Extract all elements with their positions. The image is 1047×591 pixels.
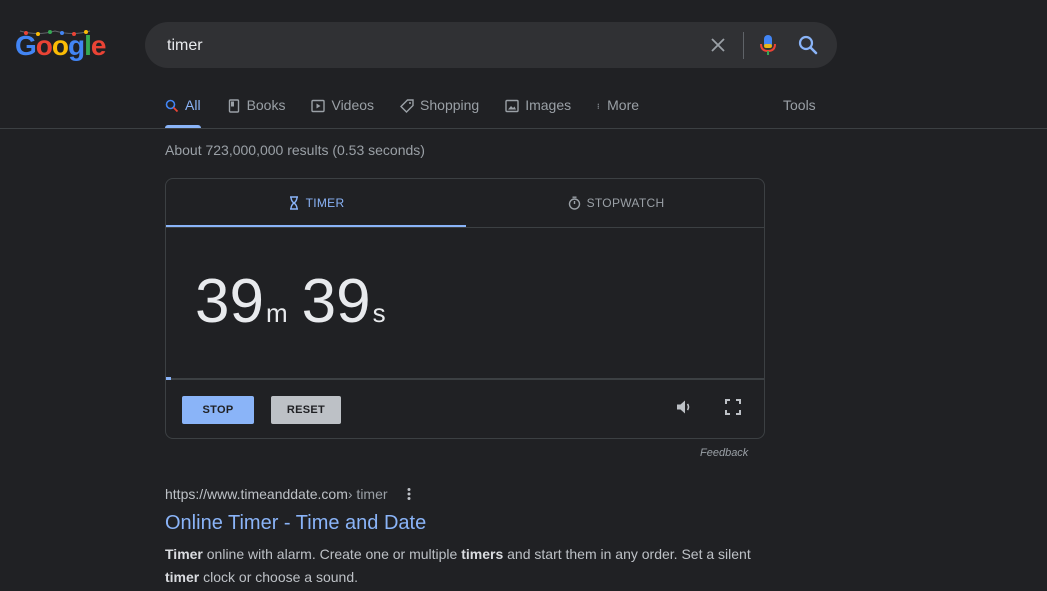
search-divider — [743, 32, 744, 59]
image-icon — [505, 99, 519, 113]
reset-button[interactable]: RESET — [271, 396, 341, 424]
snippet-text: clock or choose a sound. — [199, 569, 358, 585]
timer-minutes: 39 — [195, 267, 264, 336]
search-tabs: All Books Videos Shopping Images More — [165, 96, 665, 128]
tag-icon — [400, 99, 414, 113]
mic-icon — [760, 35, 776, 55]
tab-timer[interactable]: TIMER — [166, 179, 466, 227]
header-divider — [0, 128, 1047, 129]
tab-label: Books — [246, 97, 286, 113]
card-divider — [166, 227, 764, 228]
tab-label: All — [185, 97, 201, 113]
tab-images[interactable]: Images — [505, 96, 571, 128]
stop-button[interactable]: STOP — [182, 396, 254, 424]
search-button[interactable] — [796, 33, 820, 57]
feedback-link[interactable]: Feedback — [700, 447, 748, 459]
result-url[interactable]: https://www.timeanddate.com › timer — [165, 486, 765, 502]
timer-progress-fill — [166, 377, 171, 380]
snippet-highlight: Timer — [165, 546, 203, 562]
search-result: https://www.timeanddate.com › timer Onli… — [165, 486, 765, 589]
search-icon — [165, 99, 179, 113]
result-snippet: Timer online with alarm. Create one or m… — [165, 543, 765, 589]
search-input[interactable] — [165, 33, 689, 59]
search-icon — [798, 35, 818, 55]
tab-label: Videos — [331, 97, 375, 113]
snippet-highlight: timers — [461, 546, 504, 562]
search-bar — [145, 22, 837, 68]
result-stats: About 723,000,000 results (0.53 seconds) — [165, 142, 425, 158]
vertical-dots-icon — [597, 103, 600, 109]
timer-progress-bar — [166, 377, 764, 380]
timer-display[interactable]: 39m 39s — [195, 271, 400, 333]
timer-widget: TIMER STOPWATCH 39m 39s STOP RESET — [165, 178, 765, 439]
result-url-domain: https://www.timeanddate.com — [165, 486, 348, 502]
tab-more[interactable]: More — [597, 96, 639, 128]
vertical-dots-icon[interactable] — [406, 487, 412, 501]
tab-label: Images — [525, 97, 572, 113]
tab-videos[interactable]: Videos — [311, 96, 374, 128]
tab-stopwatch-label: STOPWATCH — [586, 196, 665, 210]
tab-shopping[interactable]: Shopping — [400, 96, 479, 128]
timer-minutes-unit: m — [265, 298, 288, 328]
voice-search-button[interactable] — [757, 33, 779, 57]
video-icon — [311, 99, 326, 113]
close-icon — [711, 38, 725, 52]
tools-button[interactable]: Tools — [783, 97, 816, 113]
tab-all[interactable]: All — [165, 96, 201, 128]
fullscreen-icon[interactable] — [723, 397, 743, 417]
tab-timer-label: TIMER — [305, 196, 345, 210]
result-url-breadcrumb: › timer — [347, 486, 388, 502]
snippet-text: and start them in any order. Set a silen… — [503, 546, 751, 562]
tab-stopwatch[interactable]: STOPWATCH — [466, 179, 766, 227]
snippet-text: online with alarm. Create one or multipl… — [202, 546, 462, 562]
book-icon — [228, 99, 239, 113]
stopwatch-icon — [568, 196, 580, 210]
hourglass-icon — [289, 196, 298, 210]
timer-seconds: 39 — [301, 267, 371, 336]
tab-label: More — [607, 97, 640, 113]
snippet-highlight: timer — [165, 569, 200, 585]
tab-books[interactable]: Books — [227, 96, 286, 128]
logo-letter: e — [90, 30, 107, 61]
timer-seconds-unit: s — [372, 298, 386, 328]
clear-search-button[interactable] — [707, 34, 729, 56]
result-title-link[interactable]: Online Timer - Time and Date — [165, 512, 765, 535]
tab-label: Shopping — [420, 97, 480, 113]
holiday-lights-decoration — [19, 30, 91, 36]
volume-icon[interactable] — [674, 397, 694, 417]
